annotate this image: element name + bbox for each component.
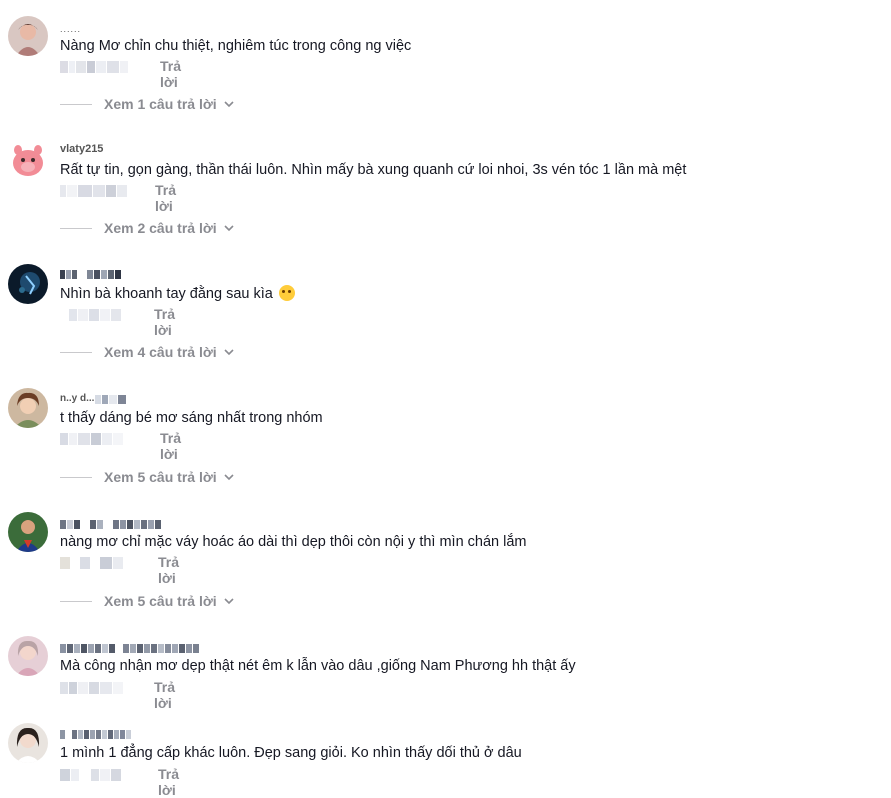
comment-meta: Trả lời: [60, 766, 179, 798]
reply-button[interactable]: Trả lời: [154, 306, 175, 338]
avatar[interactable]: [8, 636, 48, 676]
username[interactable]: [60, 729, 131, 739]
view-replies-button[interactable]: Xem 4 câu trả lời: [60, 344, 235, 360]
username-text: ......: [60, 23, 82, 34]
avatar[interactable]: [8, 264, 48, 304]
avatar-image: [8, 140, 48, 180]
date-blurred: [60, 769, 121, 781]
chevron-down-icon: [224, 225, 234, 232]
avatar-image: [8, 636, 48, 676]
view-replies-button[interactable]: Xem 5 câu trả lời: [60, 469, 235, 485]
reply-button[interactable]: Trả lời: [158, 766, 179, 798]
username[interactable]: [60, 643, 199, 653]
comment-meta: Trả lời: [60, 58, 181, 90]
comment-meta: Trả lời: [60, 306, 175, 338]
date-blurred: [60, 682, 123, 694]
divider-line: [60, 600, 92, 602]
comment-text: nàng mơ chỉ mặc váy hoác áo dài thì dẹp …: [60, 534, 527, 550]
view-replies-label: Xem 5 câu trả lời: [104, 469, 217, 485]
reply-button[interactable]: Trả lời: [155, 182, 176, 214]
avatar[interactable]: [8, 512, 48, 552]
view-replies-label: Xem 5 câu trả lời: [104, 593, 217, 609]
comment-text: Nàng Mơ chỉn chu thiệt, nghiêm túc trong…: [60, 38, 412, 54]
avatar[interactable]: [8, 16, 48, 56]
avatar-image: [8, 723, 48, 763]
comment-meta: Trả lời: [60, 679, 175, 711]
comment-text: Nhìn bà khoanh tay đằng sau kìa: [60, 285, 295, 303]
username[interactable]: n..y d...: [60, 393, 127, 404]
date-blurred: [60, 557, 123, 569]
comment-meta: Trả lời: [60, 430, 181, 462]
view-replies-label: Xem 4 câu trả lời: [104, 344, 217, 360]
divider-line: [60, 227, 92, 229]
username[interactable]: ......: [60, 24, 81, 34]
divider-line: [60, 351, 92, 353]
avatar[interactable]: [8, 140, 48, 180]
avatar-image: [8, 264, 48, 304]
view-replies-button[interactable]: Xem 1 câu trả lời: [60, 96, 235, 112]
date-blurred: [60, 185, 127, 197]
divider-line: [60, 103, 92, 105]
comment-text: Mà công nhận mơ dẹp thật nét êm k lẫn và…: [60, 658, 576, 674]
comment-meta: Trả lời: [60, 182, 176, 214]
reply-button[interactable]: Trả lời: [160, 430, 181, 462]
avatar-image: [8, 388, 48, 428]
comment-text: Rất tự tin, gọn gàng, thần thái luôn. Nh…: [60, 162, 687, 178]
username[interactable]: [60, 269, 121, 279]
reply-button[interactable]: Trả lời: [158, 554, 179, 586]
avatar[interactable]: [8, 388, 48, 428]
reply-button[interactable]: Trả lời: [154, 679, 175, 711]
comment-text-content: Nhìn bà khoanh tay đằng sau kìa: [60, 286, 273, 302]
date-blurred: [60, 61, 128, 73]
date-blurred: [60, 309, 121, 321]
comment-text: 1 mình 1 đẳng cấp khác luôn. Đẹp sang gi…: [60, 745, 522, 761]
view-replies-label: Xem 1 câu trả lời: [104, 96, 217, 112]
date-blurred: [60, 433, 123, 445]
chevron-down-icon: [224, 101, 234, 108]
divider-line: [60, 476, 92, 478]
view-replies-label: Xem 2 câu trả lời: [104, 220, 217, 236]
chevron-down-icon: [224, 349, 234, 356]
avatar-image: [8, 512, 48, 552]
laughing-emoji-icon: [278, 285, 295, 301]
comment-text: t thấy dáng bé mơ sáng nhất trong nhóm: [60, 410, 323, 426]
comment-meta: Trả lời: [60, 554, 179, 586]
username[interactable]: vlaty215: [60, 143, 104, 155]
chevron-down-icon: [224, 474, 234, 481]
username-text: n..y d...: [60, 393, 95, 404]
reply-button[interactable]: Trả lời: [160, 58, 181, 90]
username[interactable]: [60, 519, 161, 529]
avatar[interactable]: [8, 723, 48, 763]
view-replies-button[interactable]: Xem 2 câu trả lời: [60, 220, 235, 236]
username-text: vlaty215: [60, 143, 104, 155]
view-replies-button[interactable]: Xem 5 câu trả lời: [60, 593, 235, 609]
avatar-image: [8, 16, 48, 56]
chevron-down-icon: [224, 598, 234, 605]
